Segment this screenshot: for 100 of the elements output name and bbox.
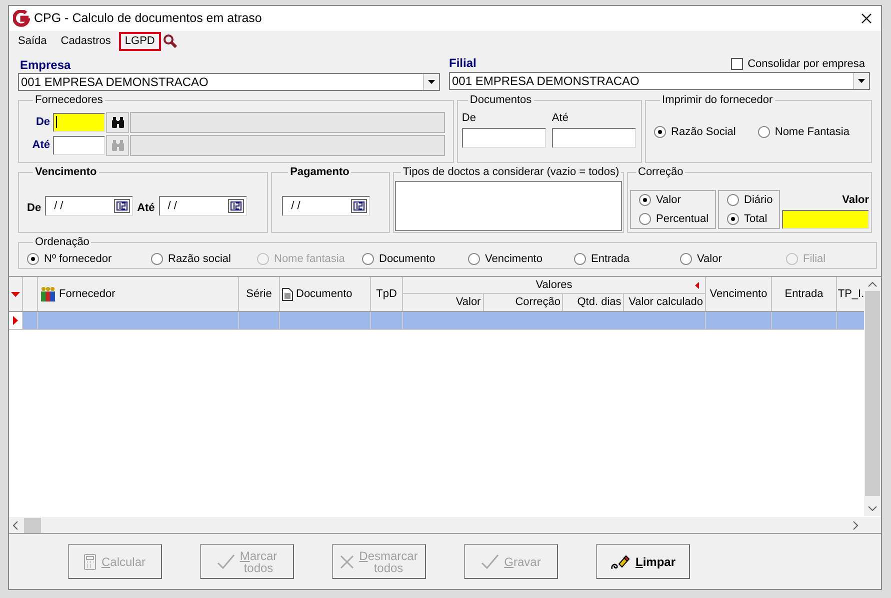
calculator-icon <box>84 554 96 570</box>
radio-label: Nome Fantasia <box>774 125 850 140</box>
radio-label: Razão social <box>168 252 231 266</box>
column-header[interactable]: Qtd. dias <box>563 294 624 311</box>
scroll-up-icon[interactable] <box>868 282 877 287</box>
dropdown-arrow-icon <box>858 79 865 83</box>
radio-button[interactable] <box>639 194 651 206</box>
menu-item[interactable]: LGPD <box>118 32 161 50</box>
sort-arrow-icon[interactable] <box>11 292 20 296</box>
column-header[interactable]: Documento <box>296 286 352 302</box>
radio-label: Nome fantasia <box>274 252 345 266</box>
column-header[interactable]: Fornecedor <box>59 286 116 302</box>
eraser-icon <box>610 554 630 570</box>
input-field[interactable] <box>462 128 546 148</box>
scroll-thumb[interactable] <box>865 291 880 496</box>
radio-button[interactable] <box>727 213 739 226</box>
input-field[interactable] <box>782 210 869 229</box>
radio-button[interactable] <box>639 213 651 226</box>
checkmark-icon <box>481 554 500 570</box>
checkbox[interactable] <box>730 58 743 70</box>
column-header[interactable]: Valores <box>536 276 572 294</box>
group-title: Ordenação <box>34 235 90 250</box>
radio-label: Percentual <box>656 212 709 227</box>
field-label: De <box>27 200 42 216</box>
button-label: Gravar <box>504 556 541 568</box>
radio-label: Nº fornecedor <box>44 252 112 266</box>
scroll-down-icon[interactable] <box>868 506 877 511</box>
radio-button[interactable] <box>574 252 586 265</box>
row-pointer-icon <box>13 316 18 325</box>
column-header[interactable]: Valor calculado <box>624 294 705 311</box>
cross-icon <box>340 554 354 568</box>
vertical-scrollbar[interactable] <box>864 277 881 516</box>
button-label: Limpar <box>635 556 676 568</box>
radio-label: Valor <box>697 252 722 266</box>
date-field[interactable]: / / <box>158 196 247 216</box>
binoculars-icon <box>110 139 124 151</box>
group-title: Fornecedores <box>34 93 104 108</box>
column-header[interactable]: TpD <box>376 286 397 302</box>
menu-item[interactable]: Saída <box>12 32 53 50</box>
radio-button[interactable] <box>27 252 39 265</box>
calendar-icon[interactable] <box>228 199 244 214</box>
radio-button[interactable] <box>654 126 666 138</box>
lookup-button[interactable] <box>106 112 129 132</box>
radio-button[interactable] <box>151 252 163 265</box>
document-icon <box>282 288 293 300</box>
field-label: Até <box>137 200 155 216</box>
menu-item[interactable]: Cadastros <box>54 32 117 50</box>
field-label: Até <box>31 138 51 153</box>
radio-button[interactable] <box>758 126 770 138</box>
radio-button[interactable] <box>727 194 739 206</box>
radio-label: Filial <box>803 252 826 266</box>
dropdown[interactable]: 001 EMPRESA DEMONSTRACAO <box>449 72 870 90</box>
column-header[interactable]: Vencimento <box>710 286 768 302</box>
action-button[interactable]: Limpar <box>596 544 690 579</box>
scroll-right-icon[interactable] <box>853 520 858 530</box>
text-area[interactable] <box>394 180 622 231</box>
close-icon[interactable] <box>861 13 872 24</box>
radio-label: Entrada <box>591 252 630 266</box>
field-label: De <box>34 114 51 130</box>
column-header[interactable]: Valor <box>403 294 484 311</box>
group-title: Pagamento <box>289 165 350 180</box>
input-field[interactable] <box>53 112 105 132</box>
column-header[interactable]: Entrada <box>784 286 824 302</box>
column-header[interactable]: Correção <box>484 294 564 311</box>
scroll-thumb[interactable] <box>24 518 41 532</box>
button-label: Desmarcar todos <box>359 550 418 574</box>
radio-button[interactable] <box>680 252 692 265</box>
radio-label: Total <box>744 212 768 227</box>
calendar-icon[interactable] <box>351 199 368 214</box>
field-label: Até <box>552 110 570 126</box>
radio-label: Diário <box>744 192 773 208</box>
scroll-left-icon[interactable] <box>13 520 18 530</box>
date-field[interactable]: / / <box>282 196 370 216</box>
radio-label: Razão Social <box>671 125 736 140</box>
radio-label: Documento <box>379 252 436 266</box>
column-header[interactable]: TP_I. <box>838 286 864 302</box>
group-title: Imprimir do fornecedor <box>661 93 774 108</box>
radio-button[interactable] <box>468 252 480 265</box>
field-label: Filial <box>449 55 476 72</box>
field-label: Empresa <box>20 57 72 70</box>
date-field[interactable]: / / <box>45 196 134 216</box>
dropdown-arrow-icon <box>428 80 435 84</box>
input-field[interactable] <box>552 128 636 148</box>
binoculars-icon <box>110 116 124 128</box>
field-label: Valor <box>842 192 869 208</box>
group-title: Correção <box>637 165 684 180</box>
collapse-arrow-icon[interactable] <box>695 282 699 289</box>
group-title: Documentos <box>468 93 533 108</box>
people-icon <box>40 286 56 302</box>
calendar-icon[interactable] <box>114 199 130 214</box>
horizontal-scrollbar[interactable] <box>9 517 881 533</box>
search-icon[interactable] <box>162 34 177 48</box>
window-title: CPG - Calculo de documentos em atraso <box>34 10 262 28</box>
radio-button[interactable] <box>362 252 374 265</box>
radio-label: Vencimento <box>485 252 542 266</box>
dropdown[interactable]: 001 EMPRESA DEMONSTRACAO <box>18 73 440 91</box>
column-header[interactable]: Série <box>246 286 272 302</box>
group-title: Vencimento <box>34 165 98 180</box>
radio-label: Valor <box>656 192 681 208</box>
checkbox-label: Consolidar por empresa <box>748 57 865 72</box>
